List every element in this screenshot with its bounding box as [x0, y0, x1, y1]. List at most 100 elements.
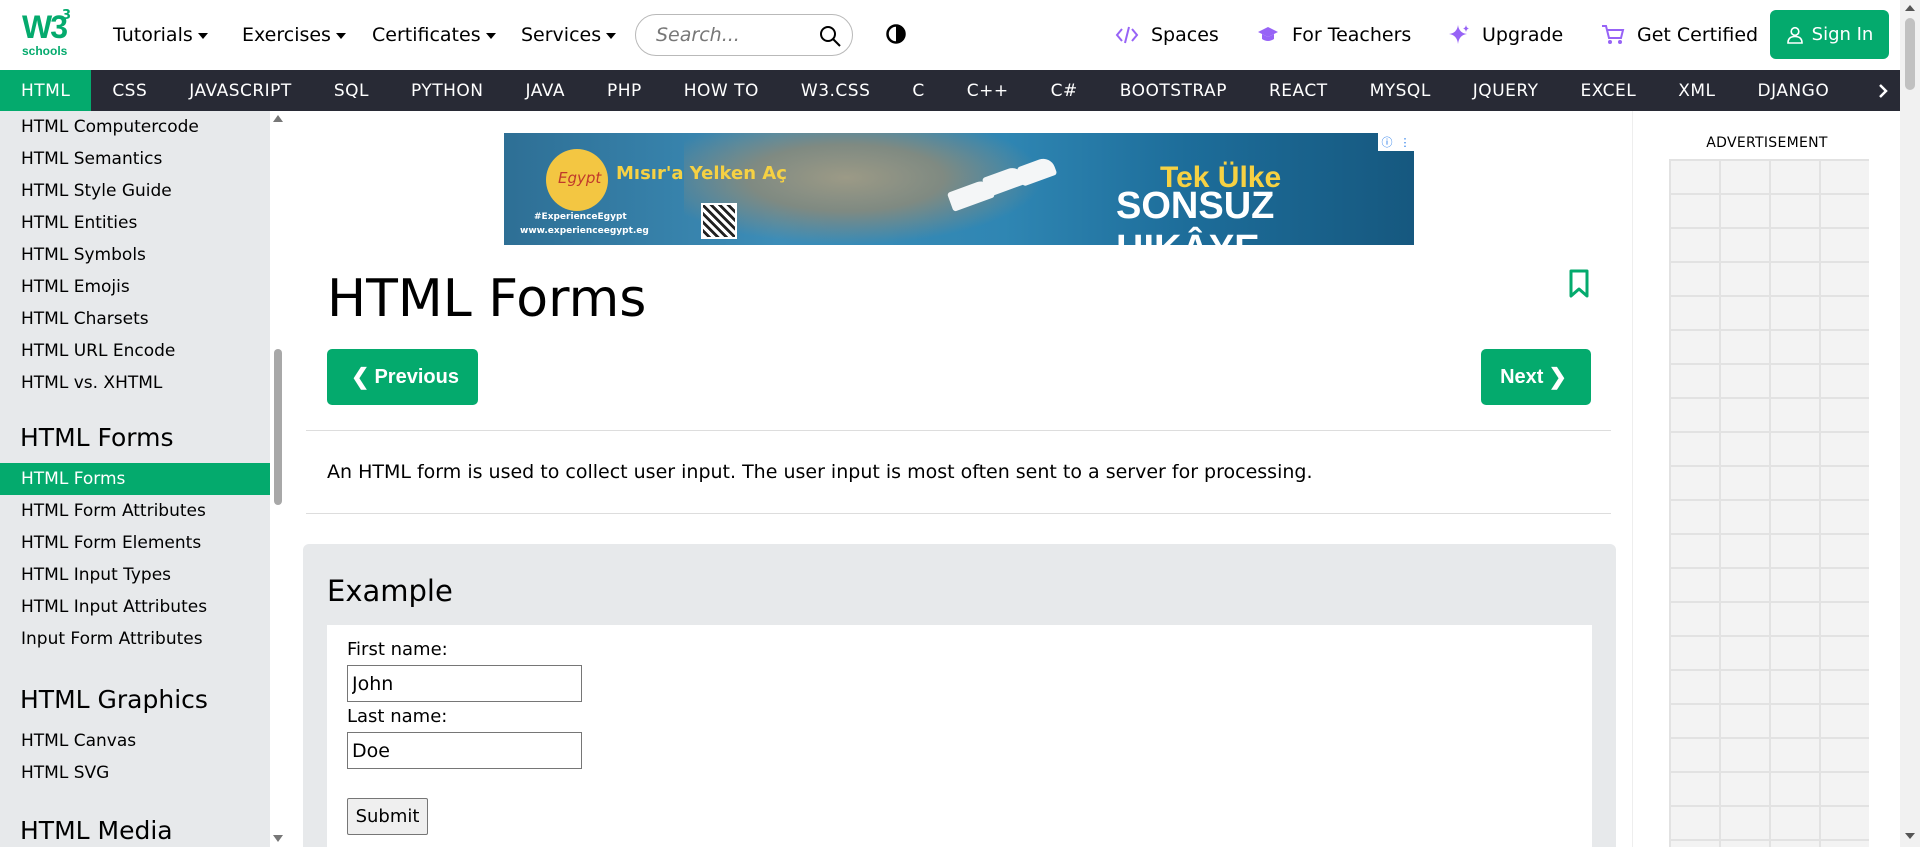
logo-superscript: 3 [62, 8, 72, 23]
nav-c[interactable]: C [891, 70, 945, 111]
ad-choices[interactable]: ⓘ ⋮ [1378, 133, 1414, 151]
sidebar-item-url-encode[interactable]: HTML URL Encode [0, 335, 270, 367]
next-button[interactable]: Next ❯ [1481, 349, 1591, 405]
ad-egypt-logo: Egypt [546, 149, 608, 211]
nav-python[interactable]: PYTHON [390, 70, 505, 111]
scroll-down-arrow-icon[interactable] [273, 835, 283, 842]
top-header: W3 3 schools Tutorials Exercises Certifi… [0, 0, 1900, 70]
navbar-scroll-right-button[interactable] [1866, 70, 1900, 111]
example-heading: Example [327, 574, 453, 608]
nav-mysql[interactable]: MYSQL [1349, 70, 1452, 111]
nav-bootstrap[interactable]: BOOTSTRAP [1099, 70, 1248, 111]
sidebar-item-emojis[interactable]: HTML Emojis [0, 271, 270, 303]
menu-exercises-label: Exercises [242, 24, 331, 46]
cart-icon [1602, 25, 1625, 44]
search-input[interactable] [656, 24, 816, 46]
sidebar-item-charsets[interactable]: HTML Charsets [0, 303, 270, 335]
caret-down-icon [485, 33, 496, 39]
advertisement-label: ADVERTISEMENT [1706, 135, 1828, 151]
nav-csharp[interactable]: C# [1030, 70, 1099, 111]
sign-in-button[interactable]: Sign In [1770, 10, 1889, 59]
submit-button[interactable]: Submit [347, 798, 428, 835]
ad-website: www.experienceegypt.eg [520, 226, 649, 236]
for-teachers-label: For Teachers [1292, 24, 1412, 46]
chevron-left-icon: ❮ [351, 364, 370, 389]
ad-headline-2: SONSUZ HIKÂYE [1116, 185, 1275, 245]
nav-excel[interactable]: EXCEL [1559, 70, 1657, 111]
upgrade-link[interactable]: Upgrade [1448, 0, 1563, 70]
sidebar-item-canvas[interactable]: HTML Canvas [0, 725, 270, 757]
nav-php[interactable]: PHP [586, 70, 663, 111]
sign-in-label: Sign In [1811, 24, 1874, 45]
previous-button[interactable]: ❮ Previous [327, 349, 478, 405]
divider [306, 430, 1611, 431]
get-certified-link[interactable]: Get Certified [1601, 0, 1758, 70]
menu-exercises[interactable]: Exercises [242, 0, 346, 70]
sidebar-item-input-types[interactable]: HTML Input Types [0, 559, 270, 591]
first-name-label: First name: [347, 639, 448, 660]
next-label: Next [1500, 365, 1544, 388]
side-advertisement[interactable] [1669, 159, 1869, 847]
graduation-cap-icon [1258, 27, 1278, 41]
last-name-label: Last name: [347, 706, 448, 727]
contrast-toggle-icon[interactable] [886, 24, 906, 44]
code-icon [1115, 26, 1139, 44]
sidebar-scrollbar[interactable] [270, 111, 286, 847]
banner-advertisement[interactable]: Egypt Mısır'a Yelken Aç #ExperienceEgypt… [504, 133, 1414, 245]
sidebar-item-semantics[interactable]: HTML Semantics [0, 143, 270, 175]
caret-down-icon [197, 33, 208, 39]
nav-javascript[interactable]: JAVASCRIPT [168, 70, 313, 111]
sidebar-section-forms: HTML Forms [20, 423, 174, 452]
right-ad-column: ADVERTISEMENT ⓘ ⋮ [1632, 111, 1900, 847]
example-panel: Example First name: Last name: Submit [303, 544, 1616, 847]
nav-jquery[interactable]: JQUERY [1452, 70, 1560, 111]
sidebar-item-svg[interactable]: HTML SVG [0, 757, 270, 789]
nav-html[interactable]: HTML [0, 70, 92, 111]
sidebar-item-computercode[interactable]: HTML Computercode [0, 111, 270, 143]
intro-paragraph: An HTML form is used to collect user inp… [327, 461, 1313, 483]
scroll-up-arrow-icon[interactable] [273, 115, 283, 122]
w3schools-logo[interactable]: W3 3 schools [18, 8, 74, 60]
window-scrollbar-thumb[interactable] [1905, 18, 1915, 90]
ad-tagline: Mısır'a Yelken Aç [616, 163, 787, 184]
sidebar-item-entities[interactable]: HTML Entities [0, 207, 270, 239]
nav-css[interactable]: CSS [91, 70, 168, 111]
scroll-down-arrow-icon[interactable] [1905, 833, 1915, 839]
menu-tutorials-label: Tutorials [113, 24, 193, 46]
sidebar-scrollbar-thumb[interactable] [274, 349, 282, 505]
sidebar-item-forms[interactable]: HTML Forms [0, 463, 270, 495]
menu-services[interactable]: Services [521, 0, 617, 70]
nav-w3css[interactable]: W3.CSS [780, 70, 891, 111]
sidebar-section-media: HTML Media [20, 816, 173, 845]
nav-sql[interactable]: SQL [313, 70, 390, 111]
menu-certificates-label: Certificates [372, 24, 481, 46]
nav-xml[interactable]: XML [1657, 70, 1736, 111]
first-name-field[interactable] [347, 665, 582, 702]
menu-tutorials[interactable]: Tutorials [113, 0, 208, 70]
nav-cpp[interactable]: C++ [946, 70, 1030, 111]
nav-howto[interactable]: HOW TO [663, 70, 780, 111]
window-scrollbar[interactable] [1900, 0, 1920, 847]
nav-react[interactable]: REACT [1248, 70, 1349, 111]
for-teachers-link[interactable]: For Teachers [1256, 0, 1411, 70]
nav-java[interactable]: JAVA [505, 70, 586, 111]
ad-hashtag: #ExperienceEgypt [534, 212, 627, 222]
spaces-link[interactable]: Spaces [1115, 0, 1219, 70]
bookmark-icon[interactable] [1568, 269, 1590, 299]
sidebar-item-input-form-attributes[interactable]: Input Form Attributes [0, 623, 270, 655]
sidebar-item-style-guide[interactable]: HTML Style Guide [0, 175, 270, 207]
main-content: Egypt Mısır'a Yelken Aç #ExperienceEgypt… [286, 111, 1632, 847]
sidebar-item-symbols[interactable]: HTML Symbols [0, 239, 270, 271]
sidebar-item-input-attributes[interactable]: HTML Input Attributes [0, 591, 270, 623]
sidebar-item-vs-xhtml[interactable]: HTML vs. XHTML [0, 367, 270, 399]
scroll-up-arrow-icon[interactable] [1905, 5, 1915, 11]
page-title: HTML Forms [327, 269, 647, 329]
ad-logo-text: Egypt [558, 169, 602, 187]
sidebar-item-form-attributes[interactable]: HTML Form Attributes [0, 495, 270, 527]
search-icon[interactable] [818, 24, 842, 48]
info-icon: ⓘ [1381, 136, 1393, 149]
sidebar-item-form-elements[interactable]: HTML Form Elements [0, 527, 270, 559]
nav-django[interactable]: DJANGO [1737, 70, 1851, 111]
menu-certificates[interactable]: Certificates [372, 0, 496, 70]
last-name-field[interactable] [347, 732, 582, 769]
